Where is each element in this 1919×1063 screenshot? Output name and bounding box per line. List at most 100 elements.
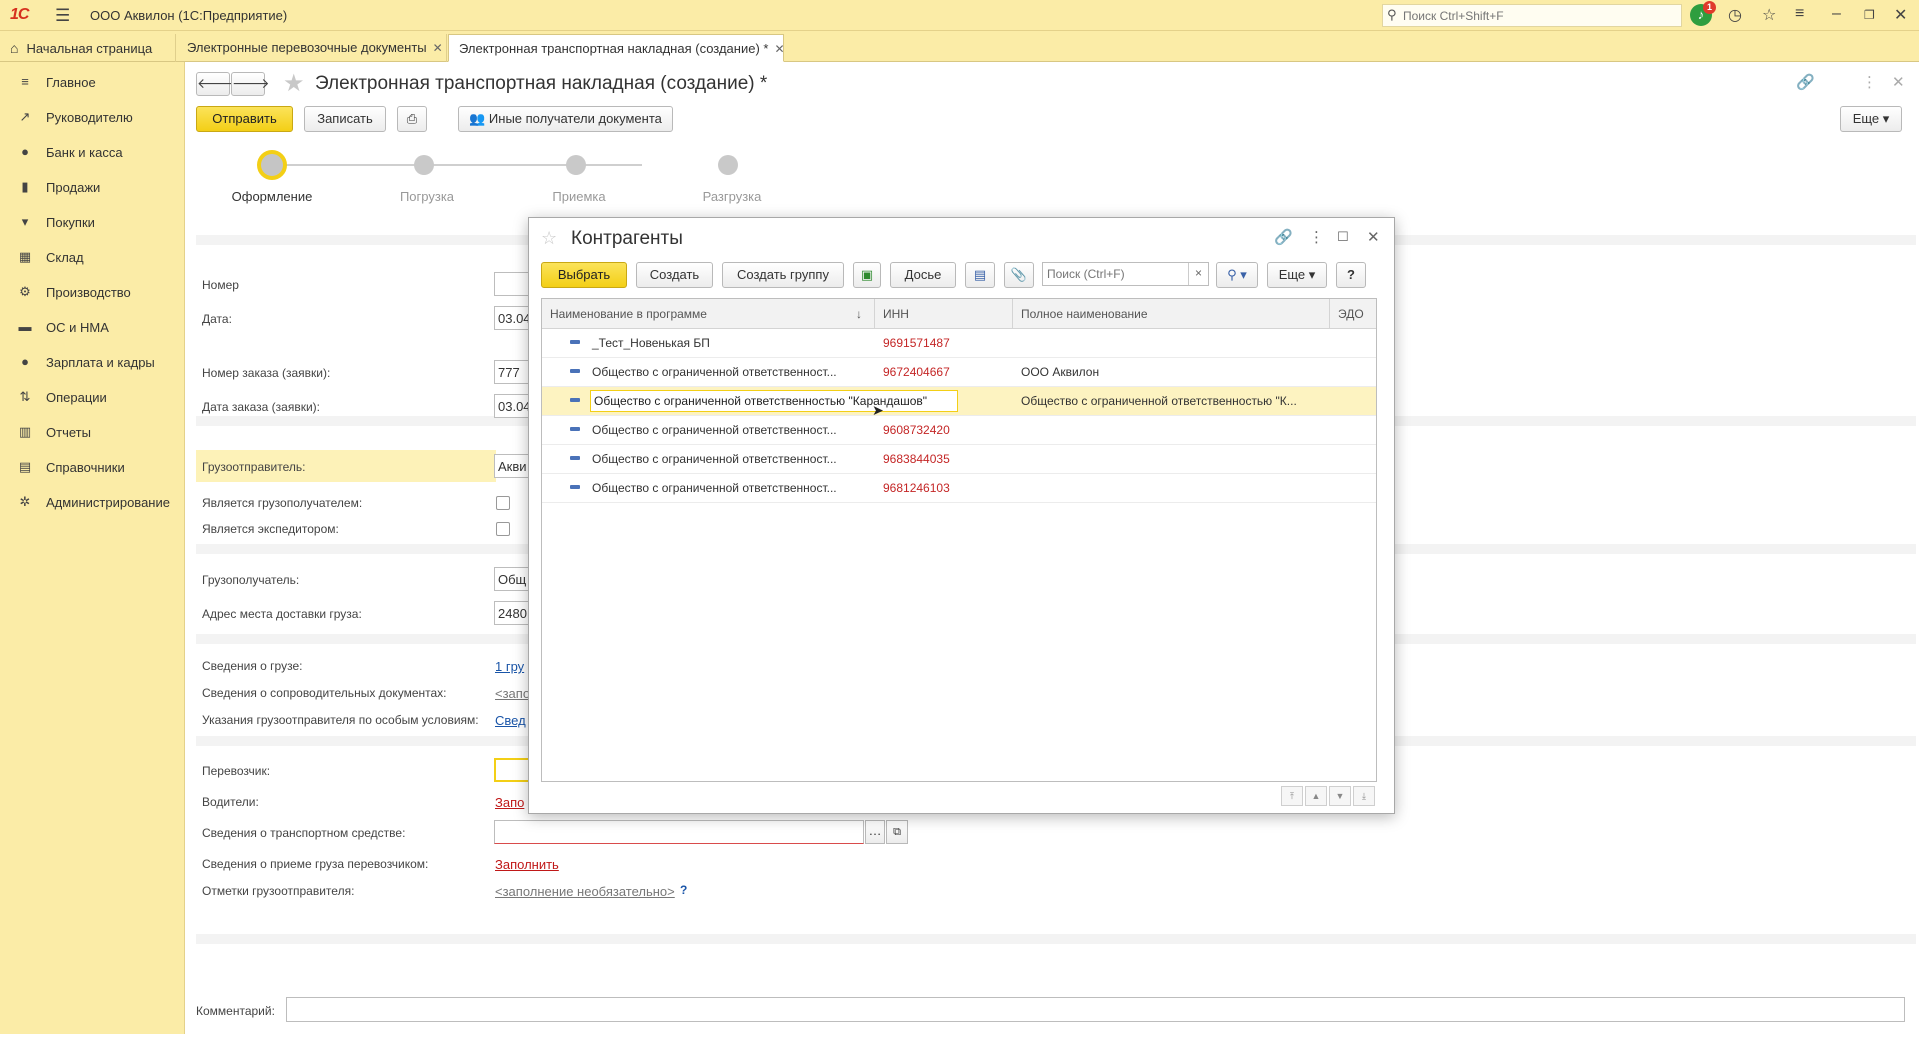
favorites-star-icon[interactable]: ☆: [1762, 5, 1776, 25]
attach-button[interactable]: 📎: [1004, 262, 1034, 288]
create-button[interactable]: Создать: [636, 262, 713, 288]
scroll-down-button[interactable]: ▼: [1329, 786, 1351, 806]
create-group-button[interactable]: Создать группу: [722, 262, 844, 288]
scroll-up-button[interactable]: ▲: [1305, 786, 1327, 806]
close-tab-icon[interactable]: ✕: [433, 41, 443, 55]
sidebar-item-manager[interactable]: ↗ Руководителю: [0, 103, 185, 133]
main-menu-icon[interactable]: ☰: [55, 6, 70, 26]
back-button[interactable]: 🡐: [196, 72, 235, 96]
sidebar-item-catalogs[interactable]: ▤ Справочники: [0, 453, 185, 483]
operations-icon: ⇅: [19, 389, 31, 404]
dialog-search[interactable]: ×: [1042, 262, 1209, 286]
tab-e-transport-docs[interactable]: Электронные перевозочные документы ✕: [177, 34, 447, 62]
sidebar-item-reports[interactable]: ▥ Отчеты: [0, 418, 185, 448]
accompanying-docs-link[interactable]: <запо: [495, 686, 529, 701]
link-icon[interactable]: 🔗: [1274, 228, 1293, 246]
special-conditions-link[interactable]: Свед: [495, 713, 529, 728]
dossier-button[interactable]: Досье: [890, 262, 956, 288]
vehicle-field[interactable]: [494, 820, 864, 844]
clear-search-icon[interactable]: ×: [1188, 263, 1208, 285]
table-row-selected[interactable]: Общество с ограниченной ответственностью…: [542, 387, 1376, 418]
scroll-top-button[interactable]: ⤒: [1281, 786, 1303, 806]
help-icon[interactable]: ?: [680, 883, 687, 897]
column-header-edo[interactable]: ЭДО: [1330, 299, 1376, 329]
table-row[interactable]: Общество с ограниченной ответственност..…: [542, 358, 1376, 387]
global-search-input[interactable]: [1403, 7, 1673, 24]
close-form-icon[interactable]: ✕: [1892, 73, 1905, 91]
column-header-full-name[interactable]: Полное наименование: [1013, 299, 1330, 329]
report-button[interactable]: ▤: [965, 262, 995, 288]
minimize-icon[interactable]: –: [1832, 5, 1841, 23]
send-button[interactable]: Отправить: [196, 106, 293, 132]
search-options-button[interactable]: ⚲ ▾: [1216, 262, 1258, 288]
favorite-star-icon[interactable]: ☆: [541, 228, 557, 249]
other-recipients-label: Иные получатели документа: [488, 111, 662, 126]
is-forwarder-checkbox[interactable]: [496, 522, 510, 536]
acceptance-link[interactable]: Заполнить: [495, 857, 559, 872]
close-dialog-icon[interactable]: ✕: [1367, 228, 1380, 246]
sidebar-item-production[interactable]: ⚙ Производство: [0, 278, 185, 308]
cell-name: Общество с ограниченной ответственност..…: [592, 365, 837, 379]
table-row[interactable]: Общество с ограниченной ответственност..…: [542, 474, 1376, 503]
save-button[interactable]: Записать: [304, 106, 386, 132]
scroll-bottom-button[interactable]: ⤓: [1353, 786, 1375, 806]
restore-icon[interactable]: ❐: [1864, 8, 1875, 22]
step-dot-acceptance[interactable]: [566, 155, 586, 175]
dialog-more-button[interactable]: Еще ▾: [1267, 262, 1327, 288]
sidebar-item-bank[interactable]: ● Банк и касса: [0, 138, 185, 168]
table-row[interactable]: Общество с ограниченной ответственност..…: [542, 416, 1376, 445]
column-header-inn[interactable]: ИНН: [875, 299, 1013, 329]
more-vert-icon[interactable]: ⋮: [1862, 73, 1877, 91]
sidebar-item-main[interactable]: ≡ Главное: [0, 68, 185, 98]
dialog-search-input[interactable]: [1047, 266, 1187, 282]
forward-button[interactable]: 🡒: [231, 72, 270, 96]
table-row[interactable]: _Тест_Новенькая БП 9691571487: [542, 329, 1376, 358]
step-dot-loading[interactable]: [414, 155, 434, 175]
vehicle-open-button[interactable]: ⧉: [886, 820, 908, 844]
sidebar-item-administration[interactable]: ✲ Администрирование: [0, 488, 185, 518]
cell-name-editing[interactable]: Общество с ограниченной ответственностью…: [590, 390, 958, 412]
excel-icon: ▣: [860, 267, 874, 282]
shipper-marks-link[interactable]: <заполнение необязательно>: [495, 884, 675, 899]
sidebar-item-operations[interactable]: ⇅ Операции: [0, 383, 185, 413]
favorite-star-icon[interactable]: ★: [283, 69, 305, 98]
cargo-info-label: Сведения о грузе:: [202, 659, 303, 673]
close-app-icon[interactable]: ✕: [1894, 5, 1907, 25]
tab-e-waybill-create[interactable]: Электронная транспортная накладная (созд…: [448, 34, 785, 62]
global-search[interactable]: ⚲: [1382, 4, 1682, 27]
sidebar-item-fixed-assets[interactable]: ▬ ОС и НМА: [0, 313, 185, 343]
maximize-icon[interactable]: ☐: [1337, 229, 1349, 245]
step-dot-design[interactable]: [257, 150, 287, 180]
drivers-link[interactable]: Запо: [495, 795, 529, 810]
cell-full-name: [1013, 416, 1330, 444]
table-row[interactable]: Общество с ограниченной ответственност..…: [542, 445, 1376, 474]
sidebar-item-warehouse[interactable]: ▦ Склад: [0, 243, 185, 273]
cell-inn: 9681246103: [883, 481, 950, 495]
date-label: Дата:: [202, 312, 232, 326]
more-button[interactable]: Еще ▾: [1840, 106, 1902, 132]
is-consignee-checkbox[interactable]: [496, 496, 510, 510]
other-recipients-button[interactable]: 👥 Иные получатели документа: [458, 106, 673, 132]
sidebar-item-purchases[interactable]: ▾ Покупки: [0, 208, 185, 238]
help-button[interactable]: ?: [1336, 262, 1366, 288]
excel-load-button[interactable]: ▣: [853, 262, 881, 288]
sidebar-item-sales[interactable]: ▮ Продажи: [0, 173, 185, 203]
functions-menu-icon[interactable]: ≡: [1795, 5, 1804, 23]
more-vert-icon[interactable]: ⋮: [1309, 228, 1324, 246]
link-icon[interactable]: 🔗: [1796, 73, 1815, 91]
vehicle-label: Сведения о транспортном средстве:: [202, 826, 406, 840]
comment-field[interactable]: [286, 997, 1905, 1022]
factory-icon: ⚙: [19, 284, 31, 299]
column-header-name[interactable]: Наименование в программе ↓: [542, 299, 875, 329]
vehicle-select-button[interactable]: …: [865, 820, 885, 844]
tab-home[interactable]: ⌂ Начальная страница: [0, 34, 176, 62]
print-button[interactable]: ⎙: [397, 106, 427, 132]
history-icon[interactable]: ◷: [1728, 5, 1742, 25]
cargo-info-link[interactable]: 1 гру: [495, 659, 529, 674]
step-dot-unloading[interactable]: [718, 155, 738, 175]
1c-logo: 1С: [10, 6, 29, 23]
select-button[interactable]: Выбрать: [541, 262, 627, 288]
close-tab-icon[interactable]: ✕: [774, 42, 784, 56]
sidebar-item-payroll[interactable]: ● Зарплата и кадры: [0, 348, 185, 378]
is-consignee-label: Является грузополучателем:: [202, 496, 363, 510]
